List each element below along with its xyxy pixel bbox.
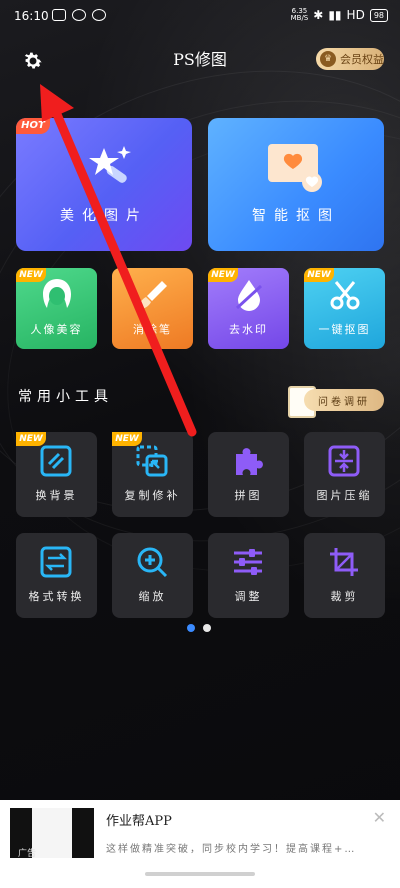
tools-section-title: 常用小工具 bbox=[18, 389, 113, 405]
ad-tag: 广告 bbox=[18, 849, 37, 859]
battery-icon: 98 bbox=[369, 8, 388, 22]
home-indicator[interactable] bbox=[145, 872, 255, 876]
scissors-icon bbox=[330, 281, 360, 310]
eraser-pen-card[interactable]: 消除笔 bbox=[112, 268, 193, 349]
close-icon[interactable]: ✕ bbox=[373, 808, 386, 827]
ad-banner[interactable]: 广告 作业帮APP 这样做精准突破，同步校内学习！提高课程+… ✕ bbox=[0, 800, 400, 870]
puzzle-icon bbox=[236, 448, 263, 475]
bluetooth-icon: ✱ bbox=[313, 8, 324, 22]
background-swap-icon bbox=[40, 445, 72, 477]
one-click-cutout-label: 一键抠图 bbox=[318, 323, 371, 336]
vip-benefits-button[interactable]: ♛ 会员权益 bbox=[316, 48, 384, 70]
water-drop-icon bbox=[235, 280, 263, 311]
format-convert-icon bbox=[40, 546, 72, 578]
adjust-label: 调整 bbox=[234, 590, 263, 603]
change-background-tool[interactable]: NEW 换背景 bbox=[16, 432, 97, 517]
brush-icon bbox=[139, 281, 167, 309]
ad-description: 这样做精准突破，同步校内学习！提高课程+… bbox=[106, 844, 357, 855]
compress-icon bbox=[328, 445, 360, 477]
adjust-sliders-icon bbox=[234, 549, 262, 575]
adjust-tool[interactable]: 调整 bbox=[208, 533, 289, 618]
magic-wand-icon bbox=[89, 146, 131, 183]
zoom-label: 缩放 bbox=[138, 590, 167, 603]
crop-icon bbox=[330, 548, 358, 576]
survey-button[interactable]: 问卷调研 bbox=[304, 389, 384, 411]
check-notification-icon bbox=[72, 9, 86, 21]
remove-watermark-card[interactable]: NEW 去水印 bbox=[208, 268, 289, 349]
format-convert-label: 格式转换 bbox=[28, 590, 85, 603]
crown-icon: ♛ bbox=[320, 51, 336, 67]
page-dot[interactable] bbox=[203, 624, 211, 632]
portrait-beauty-label: 人像美容 bbox=[30, 323, 83, 336]
beautify-image-label: 美化图片 bbox=[60, 208, 148, 224]
signal-icon: ▮▮ bbox=[328, 8, 342, 22]
format-convert-tool[interactable]: 格式转换 bbox=[16, 533, 97, 618]
status-time: 16:10 bbox=[14, 9, 49, 23]
crop-label: 裁剪 bbox=[330, 590, 359, 603]
remove-watermark-label: 去水印 bbox=[229, 323, 268, 336]
image-compress-tool[interactable]: 图片压缩 bbox=[304, 432, 385, 517]
notification-icons bbox=[52, 9, 106, 21]
smart-cutout-card[interactable]: 智能抠图 bbox=[208, 118, 384, 251]
zoom-tool[interactable]: 缩放 bbox=[112, 533, 193, 618]
network-type: HD bbox=[346, 8, 365, 22]
page-indicator bbox=[187, 624, 211, 632]
eraser-pen-label: 消除笔 bbox=[133, 323, 172, 336]
chat-notification-icon bbox=[92, 9, 106, 21]
puzzle-tool[interactable]: 拼图 bbox=[208, 432, 289, 517]
copy-patch-icon bbox=[136, 445, 168, 477]
beautify-image-card[interactable]: 美化图片 bbox=[16, 118, 192, 251]
net-speed-unit: MB/S bbox=[290, 14, 309, 22]
vip-label: 会员权益 bbox=[340, 53, 384, 66]
image-compress-label: 图片压缩 bbox=[316, 489, 373, 502]
crop-tool[interactable]: 裁剪 bbox=[304, 533, 385, 618]
image-notification-icon bbox=[52, 9, 66, 21]
ad-app-name: 作业帮APP bbox=[106, 814, 172, 829]
ad-document-image bbox=[32, 808, 72, 858]
ad-thumbnail: 广告 bbox=[10, 808, 94, 859]
copy-patch-tool[interactable]: NEW 复制修补 bbox=[112, 432, 193, 517]
zoom-icon bbox=[137, 547, 168, 578]
image-heart-icon bbox=[268, 144, 322, 192]
net-speed: 6.35 MB/S bbox=[291, 8, 309, 22]
smart-cutout-label: 智能抠图 bbox=[252, 208, 340, 224]
hot-badge: HOT bbox=[16, 118, 50, 134]
page-dot-active[interactable] bbox=[187, 624, 195, 632]
copy-patch-label: 复制修补 bbox=[124, 489, 181, 502]
status-bar: 16:10 6.35 MB/S ✱ ▮▮ HD 98 bbox=[0, 0, 400, 34]
one-click-cutout-card[interactable]: NEW 一键抠图 bbox=[304, 268, 385, 349]
puzzle-label: 拼图 bbox=[234, 489, 263, 502]
portrait-icon bbox=[43, 279, 71, 308]
portrait-beauty-card[interactable]: NEW 人像美容 bbox=[16, 268, 97, 349]
change-background-label: 换背景 bbox=[35, 489, 78, 502]
status-right: 6.35 MB/S ✱ ▮▮ HD 98 bbox=[291, 8, 388, 22]
